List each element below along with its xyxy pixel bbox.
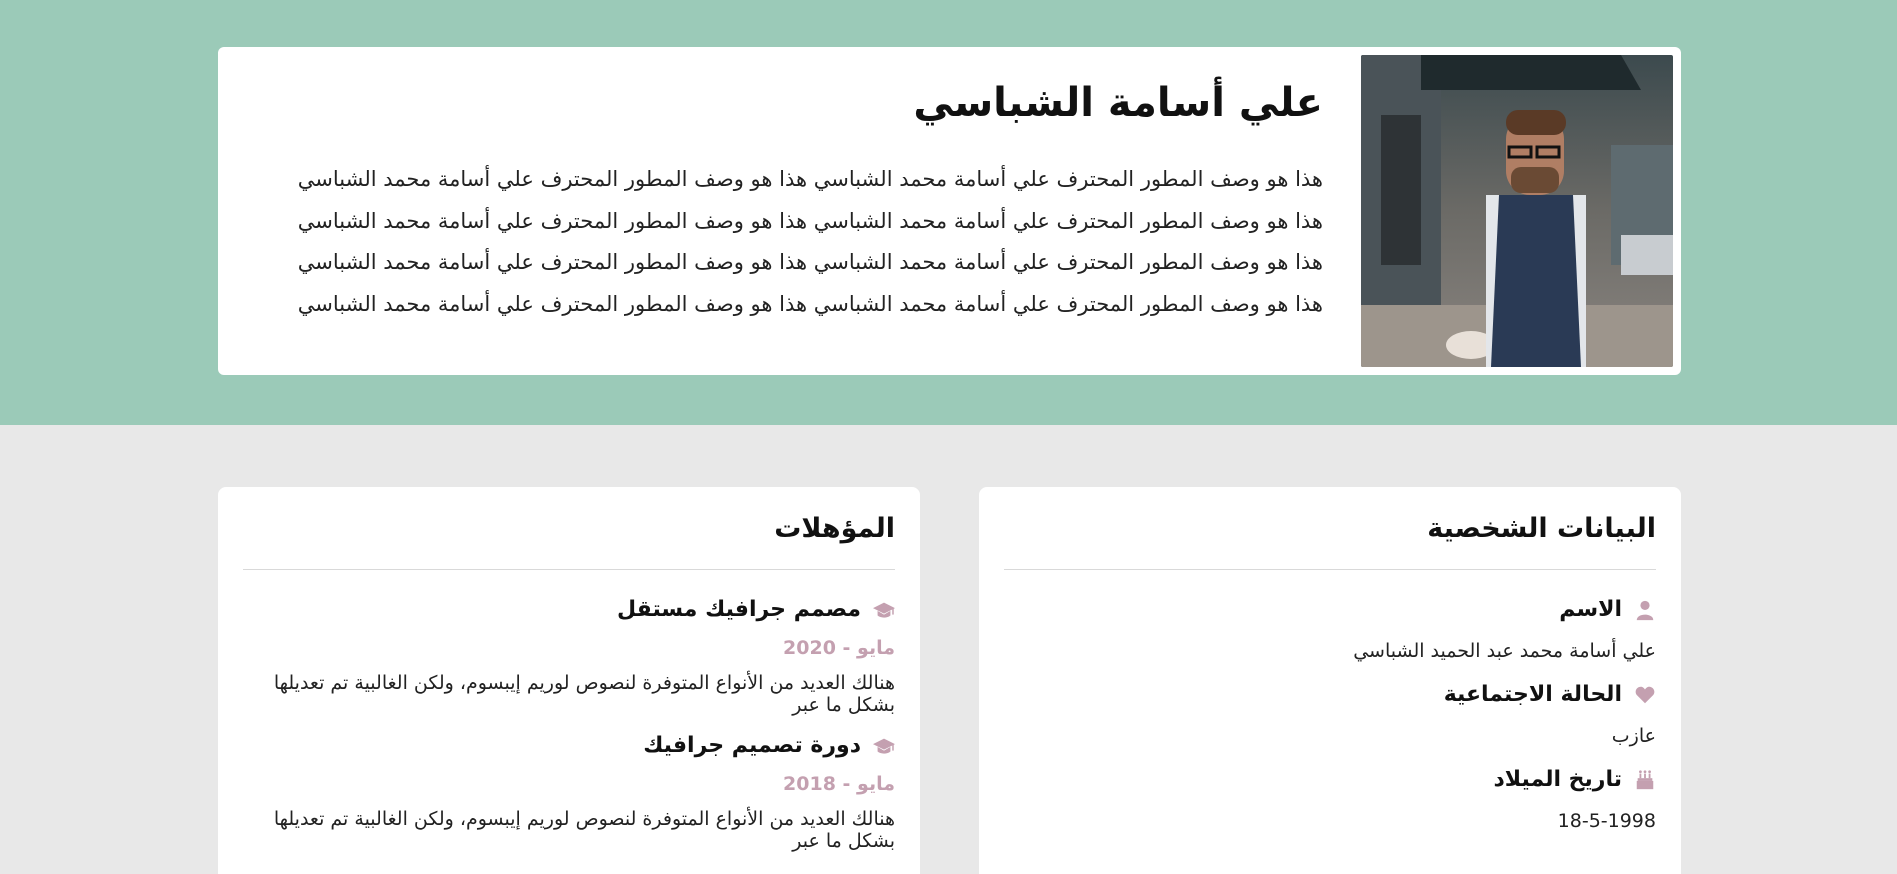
qualification-item: مصمم جرافيك مستقل مايو - 2020 هنالك العد…: [243, 594, 895, 716]
graduation-cap-icon: [873, 738, 895, 754]
field-name: الاسم علي أسامة محمد عبد الحميد الشباسي: [1004, 594, 1656, 665]
qualification-date: مايو - 2018: [783, 773, 895, 795]
graduation-cap-icon: [873, 602, 895, 618]
field-marital-status-value: عازب: [1611, 725, 1656, 747]
qualification-title: مصمم جرافيك مستقل: [616, 597, 861, 622]
qualification-description: هنالك العديد من الأنواع المتوفرة لنصوص ل…: [273, 808, 895, 852]
qualification-item: دورة تصميم جرافيك مايو - 2018 هنالك العد…: [243, 730, 895, 852]
profile-photo: [1361, 55, 1673, 367]
personal-info-title: البيانات الشخصية: [1004, 511, 1656, 570]
profile-name: علي أسامة الشباسي: [913, 80, 1323, 126]
qualifications-card: المؤهلات مصمم جرافيك مستقل مايو - 2020 ه…: [218, 487, 920, 874]
field-marital-status: الحالة الاجتماعية عازب: [1004, 679, 1656, 750]
qualification-description: هنالك العديد من الأنواع المتوفرة لنصوص ل…: [273, 672, 895, 716]
field-birth-date: تاريخ الميلاد 18-5-1998: [1004, 764, 1657, 835]
qualifications-title: المؤهلات: [243, 511, 895, 570]
profile-card: علي أسامة الشباسي هذا هو وصف المطور المح…: [218, 47, 1681, 375]
qualification-date: مايو - 2020: [783, 637, 895, 659]
user-icon: [1636, 600, 1654, 621]
field-birth-date-value: 18-5-1998: [1557, 810, 1656, 832]
birthday-cake-icon: [1636, 770, 1654, 790]
profile-description: هذا هو وصف المطور المحترف علي أسامة محمد…: [297, 167, 1323, 316]
field-name-value: علي أسامة محمد عبد الحميد الشباسي: [1353, 640, 1656, 662]
qualification-title: دورة تصميم جرافيك: [643, 733, 861, 758]
heart-icon: [1635, 686, 1655, 704]
field-marital-status-label: الحالة الاجتماعية: [1443, 682, 1622, 707]
field-name-label: الاسم: [1559, 597, 1622, 622]
field-birth-date-label: تاريخ الميلاد: [1493, 767, 1623, 792]
personal-info-card: البيانات الشخصية الاسم علي أسامة محمد عب…: [979, 487, 1681, 874]
